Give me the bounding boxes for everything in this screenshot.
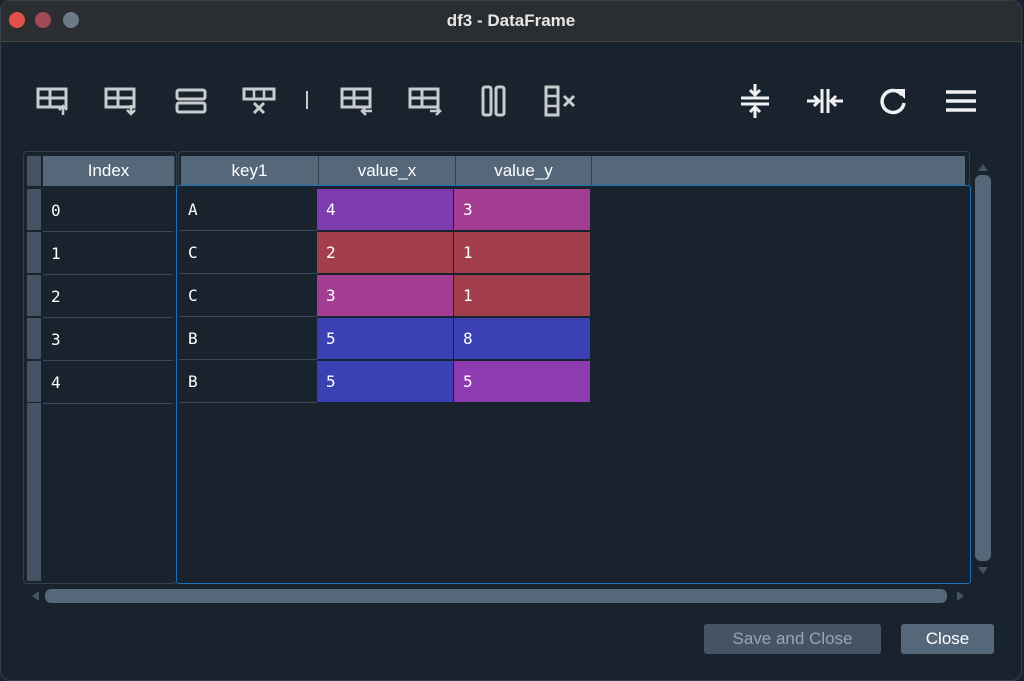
scroll-left-arrow[interactable] [29, 589, 41, 603]
table-cell-value-y[interactable]: 5 [454, 361, 591, 403]
table-cell-key1[interactable]: B [179, 361, 317, 403]
remove-row-button[interactable] [239, 81, 279, 121]
table-cell-value-x[interactable]: 4 [317, 189, 454, 231]
dataframe-editor-window: df3 - DataFrame Index 0 1 2 3 4 key1 val… [0, 0, 1022, 681]
scroll-down-arrow[interactable] [976, 565, 990, 577]
vertical-scrollbar-handle[interactable] [975, 175, 991, 561]
resize-columns-button[interactable] [805, 81, 845, 121]
save-and-close-button[interactable]: Save and Close [704, 624, 881, 654]
column-header-value-y[interactable]: value_y [456, 156, 592, 186]
scroll-up-arrow[interactable] [976, 161, 990, 173]
close-button[interactable]: Close [901, 624, 994, 654]
refresh-button[interactable] [873, 81, 913, 121]
insert-row-below-icon [104, 87, 136, 116]
duplicate-column-button[interactable] [473, 81, 513, 121]
index-cell[interactable]: 3 [43, 318, 173, 361]
table-cell-value-x[interactable]: 5 [317, 361, 454, 403]
toolbar-separator [306, 91, 308, 109]
resize-rows-button[interactable] [735, 81, 775, 121]
insert-row-above-button[interactable] [33, 81, 73, 121]
insert-column-right-button[interactable] [405, 81, 445, 121]
table-cell-key1[interactable]: C [179, 232, 317, 274]
insert-column-right-icon [408, 87, 442, 116]
title-bar: df3 - DataFrame [1, 1, 1021, 42]
duplicate-row-icon [175, 88, 207, 114]
scroll-right-arrow[interactable] [955, 589, 967, 603]
duplicate-row-button[interactable] [171, 81, 211, 121]
index-cell[interactable]: 2 [43, 275, 173, 318]
table-cell-value-y[interactable]: 1 [454, 232, 591, 274]
options-menu-button[interactable] [941, 81, 981, 121]
table-cell-key1[interactable]: B [179, 318, 317, 360]
index-corner [27, 156, 41, 186]
table-cell-value-x[interactable]: 5 [317, 318, 454, 360]
column-header-value-x[interactable]: value_x [319, 156, 456, 186]
row-grip[interactable] [27, 361, 41, 402]
index-cell[interactable]: 4 [43, 361, 173, 404]
table-cell-key1[interactable]: C [179, 275, 317, 317]
remove-column-button[interactable] [543, 81, 583, 121]
remove-column-icon [544, 85, 576, 117]
table-cell-value-x[interactable]: 2 [317, 232, 454, 274]
window-title: df3 - DataFrame [446, 11, 576, 30]
row-grip[interactable] [27, 318, 41, 359]
options-menu-icon [946, 90, 976, 112]
table-cell-value-y[interactable]: 1 [454, 275, 591, 317]
index-cell[interactable]: 0 [43, 189, 173, 232]
insert-column-left-icon [340, 87, 372, 116]
refresh-icon [880, 88, 906, 115]
row-grip[interactable] [27, 275, 41, 316]
table-cell-value-y[interactable]: 8 [454, 318, 591, 360]
column-header-key1[interactable]: key1 [181, 156, 319, 186]
horizontal-scrollbar-handle[interactable] [45, 589, 947, 603]
insert-column-left-button[interactable] [337, 81, 377, 121]
resize-rows-icon [741, 84, 769, 118]
index-grip-fill [27, 403, 41, 581]
resize-columns-icon [807, 89, 843, 113]
row-grip[interactable] [27, 189, 41, 230]
header-filler [592, 156, 965, 186]
index-cell[interactable]: 1 [43, 232, 173, 275]
insert-row-below-button[interactable] [101, 81, 141, 121]
insert-row-above-icon [36, 87, 68, 115]
remove-row-icon [242, 87, 276, 115]
row-grip[interactable] [27, 232, 41, 273]
index-header[interactable]: Index [43, 156, 175, 186]
table-cell-value-y[interactable]: 3 [454, 189, 591, 231]
duplicate-column-icon [481, 85, 506, 117]
table-cell-key1[interactable]: A [179, 189, 317, 231]
table-cell-value-x[interactable]: 3 [317, 275, 454, 317]
